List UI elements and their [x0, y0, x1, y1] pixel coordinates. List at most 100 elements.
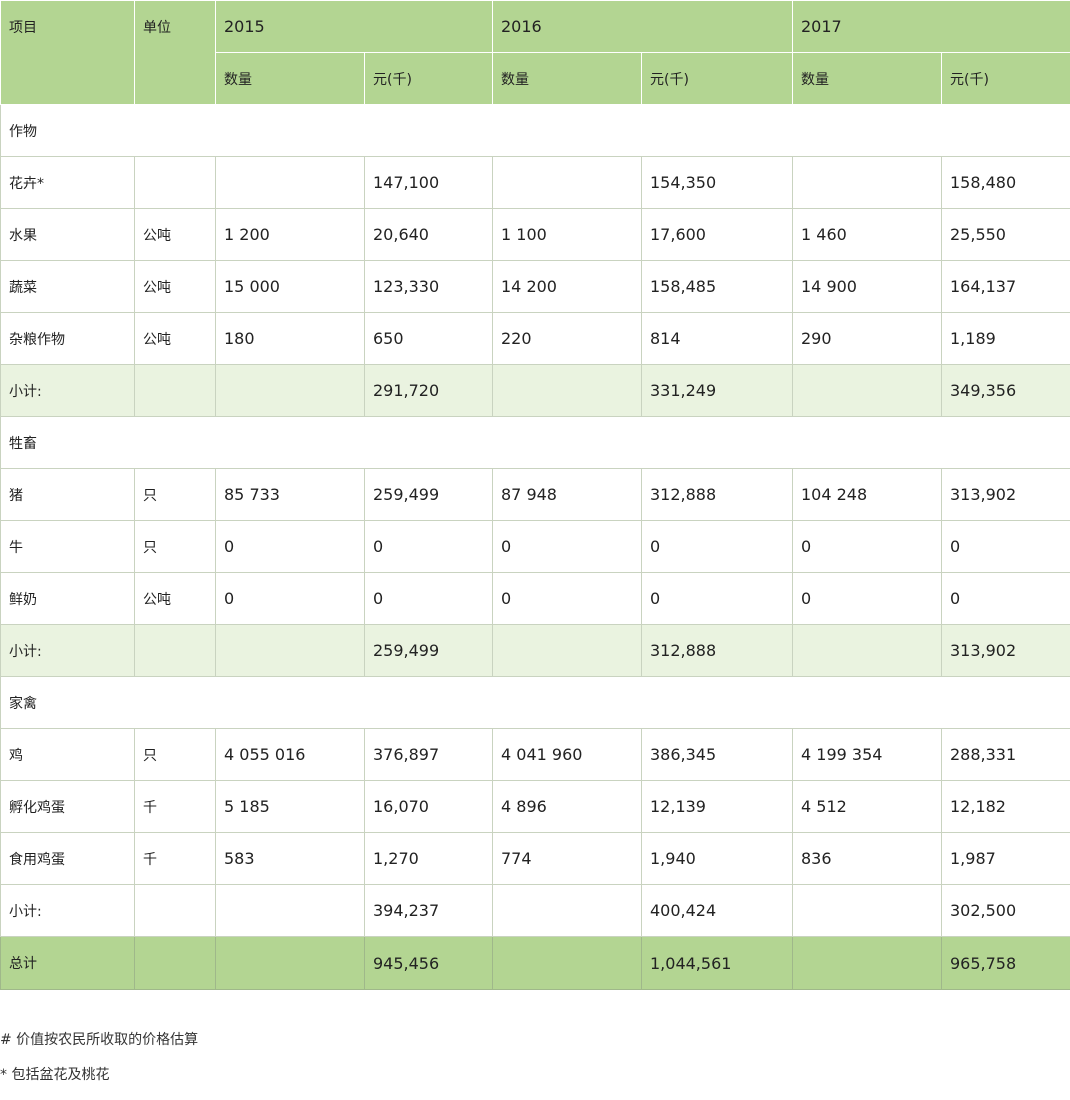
- row-item: 孵化鸡蛋: [1, 781, 135, 833]
- qty-cell: 180: [216, 313, 365, 365]
- value-cell: 158,485: [642, 261, 793, 313]
- qty-cell: 1 100: [493, 209, 642, 261]
- subtotal-cell: [793, 365, 942, 417]
- section-row: 牲畜: [1, 417, 1070, 469]
- value-cell: 259,499: [365, 469, 493, 521]
- value-cell: 650: [365, 313, 493, 365]
- value-cell: 12,182: [942, 781, 1070, 833]
- total-cell: [493, 937, 642, 990]
- table-row: 孵化鸡蛋千5 18516,0704 89612,1394 51212,182: [1, 781, 1070, 833]
- row-unit: 公吨: [135, 573, 216, 625]
- subtotal-label: 小计:: [1, 625, 135, 677]
- empty-cell: [135, 885, 216, 937]
- header-year-2015: 2015: [216, 1, 493, 53]
- subtotal-cell: [493, 625, 642, 677]
- value-cell: 0: [365, 573, 493, 625]
- value-cell: 0: [942, 573, 1070, 625]
- qty-cell: 774: [493, 833, 642, 885]
- value-cell: 0: [942, 521, 1070, 573]
- value-cell: 1,270: [365, 833, 493, 885]
- row-unit: 只: [135, 729, 216, 781]
- qty-cell: [793, 157, 942, 209]
- header-unit: 单位: [135, 1, 216, 105]
- value-cell: 312,888: [642, 469, 793, 521]
- value-cell: 123,330: [365, 261, 493, 313]
- row-item: 鸡: [1, 729, 135, 781]
- header-qty: 数量: [793, 53, 942, 105]
- row-unit: [135, 157, 216, 209]
- header-year-2016: 2016: [493, 1, 793, 53]
- table-row: 牛只000000: [1, 521, 1070, 573]
- row-unit: 只: [135, 469, 216, 521]
- subtotal-row: 小计:394,237400,424302,500: [1, 885, 1070, 937]
- header-value: 元(千): [942, 53, 1070, 105]
- value-cell: 1,987: [942, 833, 1070, 885]
- subtotal-row: 小计:291,720331,249349,356: [1, 365, 1070, 417]
- row-unit: 千: [135, 833, 216, 885]
- value-cell: 147,100: [365, 157, 493, 209]
- header-qty: 数量: [216, 53, 365, 105]
- subtotal-cell: 331,249: [642, 365, 793, 417]
- header-item: 项目: [1, 1, 135, 105]
- row-item: 食用鸡蛋: [1, 833, 135, 885]
- subtotal-cell: 313,902: [942, 625, 1070, 677]
- empty-cell: [135, 937, 216, 990]
- qty-cell: 836: [793, 833, 942, 885]
- row-item: 猪: [1, 469, 135, 521]
- value-cell: 288,331: [942, 729, 1070, 781]
- value-cell: 1,189: [942, 313, 1070, 365]
- value-cell: 0: [642, 573, 793, 625]
- row-item: 鲜奶: [1, 573, 135, 625]
- qty-cell: 0: [493, 521, 642, 573]
- qty-cell: 4 512: [793, 781, 942, 833]
- value-cell: 814: [642, 313, 793, 365]
- row-item: 牛: [1, 521, 135, 573]
- empty-cell: [135, 365, 216, 417]
- subtotal-cell: [493, 365, 642, 417]
- total-cell: 965,758: [942, 937, 1070, 990]
- value-cell: 12,139: [642, 781, 793, 833]
- header-qty: 数量: [493, 53, 642, 105]
- footnote-valuation: # 价值按农民所收取的价格估算: [0, 1030, 198, 1065]
- subtotal-cell: 302,500: [942, 885, 1070, 937]
- value-cell: 313,902: [942, 469, 1070, 521]
- value-cell: 17,600: [642, 209, 793, 261]
- table-row: 花卉*147,100154,350158,480: [1, 157, 1070, 209]
- qty-cell: 15 000: [216, 261, 365, 313]
- total-row: 总计945,4561,044,561965,758: [1, 937, 1070, 990]
- value-cell: 25,550: [942, 209, 1070, 261]
- total-cell: [216, 937, 365, 990]
- section-title: 牲畜: [1, 417, 1070, 469]
- subtotal-label: 小计:: [1, 365, 135, 417]
- qty-cell: 0: [793, 521, 942, 573]
- row-unit: 公吨: [135, 261, 216, 313]
- qty-cell: 1 460: [793, 209, 942, 261]
- qty-cell: 104 248: [793, 469, 942, 521]
- value-cell: 1,940: [642, 833, 793, 885]
- qty-cell: 0: [216, 521, 365, 573]
- total-cell: [793, 937, 942, 990]
- section-row: 家禽: [1, 677, 1070, 729]
- qty-cell: 4 041 960: [493, 729, 642, 781]
- value-cell: 0: [365, 521, 493, 573]
- footnotes: # 价值按农民所收取的价格估算 * 包括盆花及桃花: [0, 1030, 198, 1100]
- table-row: 鲜奶公吨000000: [1, 573, 1070, 625]
- table-row: 水果公吨1 20020,6401 10017,6001 46025,550: [1, 209, 1070, 261]
- row-unit: 公吨: [135, 209, 216, 261]
- subtotal-cell: 394,237: [365, 885, 493, 937]
- subtotal-cell: [216, 365, 365, 417]
- section-title: 家禽: [1, 677, 1070, 729]
- header-value: 元(千): [642, 53, 793, 105]
- qty-cell: 4 199 354: [793, 729, 942, 781]
- qty-cell: 290: [793, 313, 942, 365]
- qty-cell: 4 896: [493, 781, 642, 833]
- qty-cell: [493, 157, 642, 209]
- row-unit: 公吨: [135, 313, 216, 365]
- subtotal-cell: [493, 885, 642, 937]
- subtotal-cell: [216, 885, 365, 937]
- table-row: 食用鸡蛋千5831,2707741,9408361,987: [1, 833, 1070, 885]
- qty-cell: 14 200: [493, 261, 642, 313]
- qty-cell: 5 185: [216, 781, 365, 833]
- header-year-2017: 2017: [793, 1, 1070, 53]
- subtotal-cell: [793, 885, 942, 937]
